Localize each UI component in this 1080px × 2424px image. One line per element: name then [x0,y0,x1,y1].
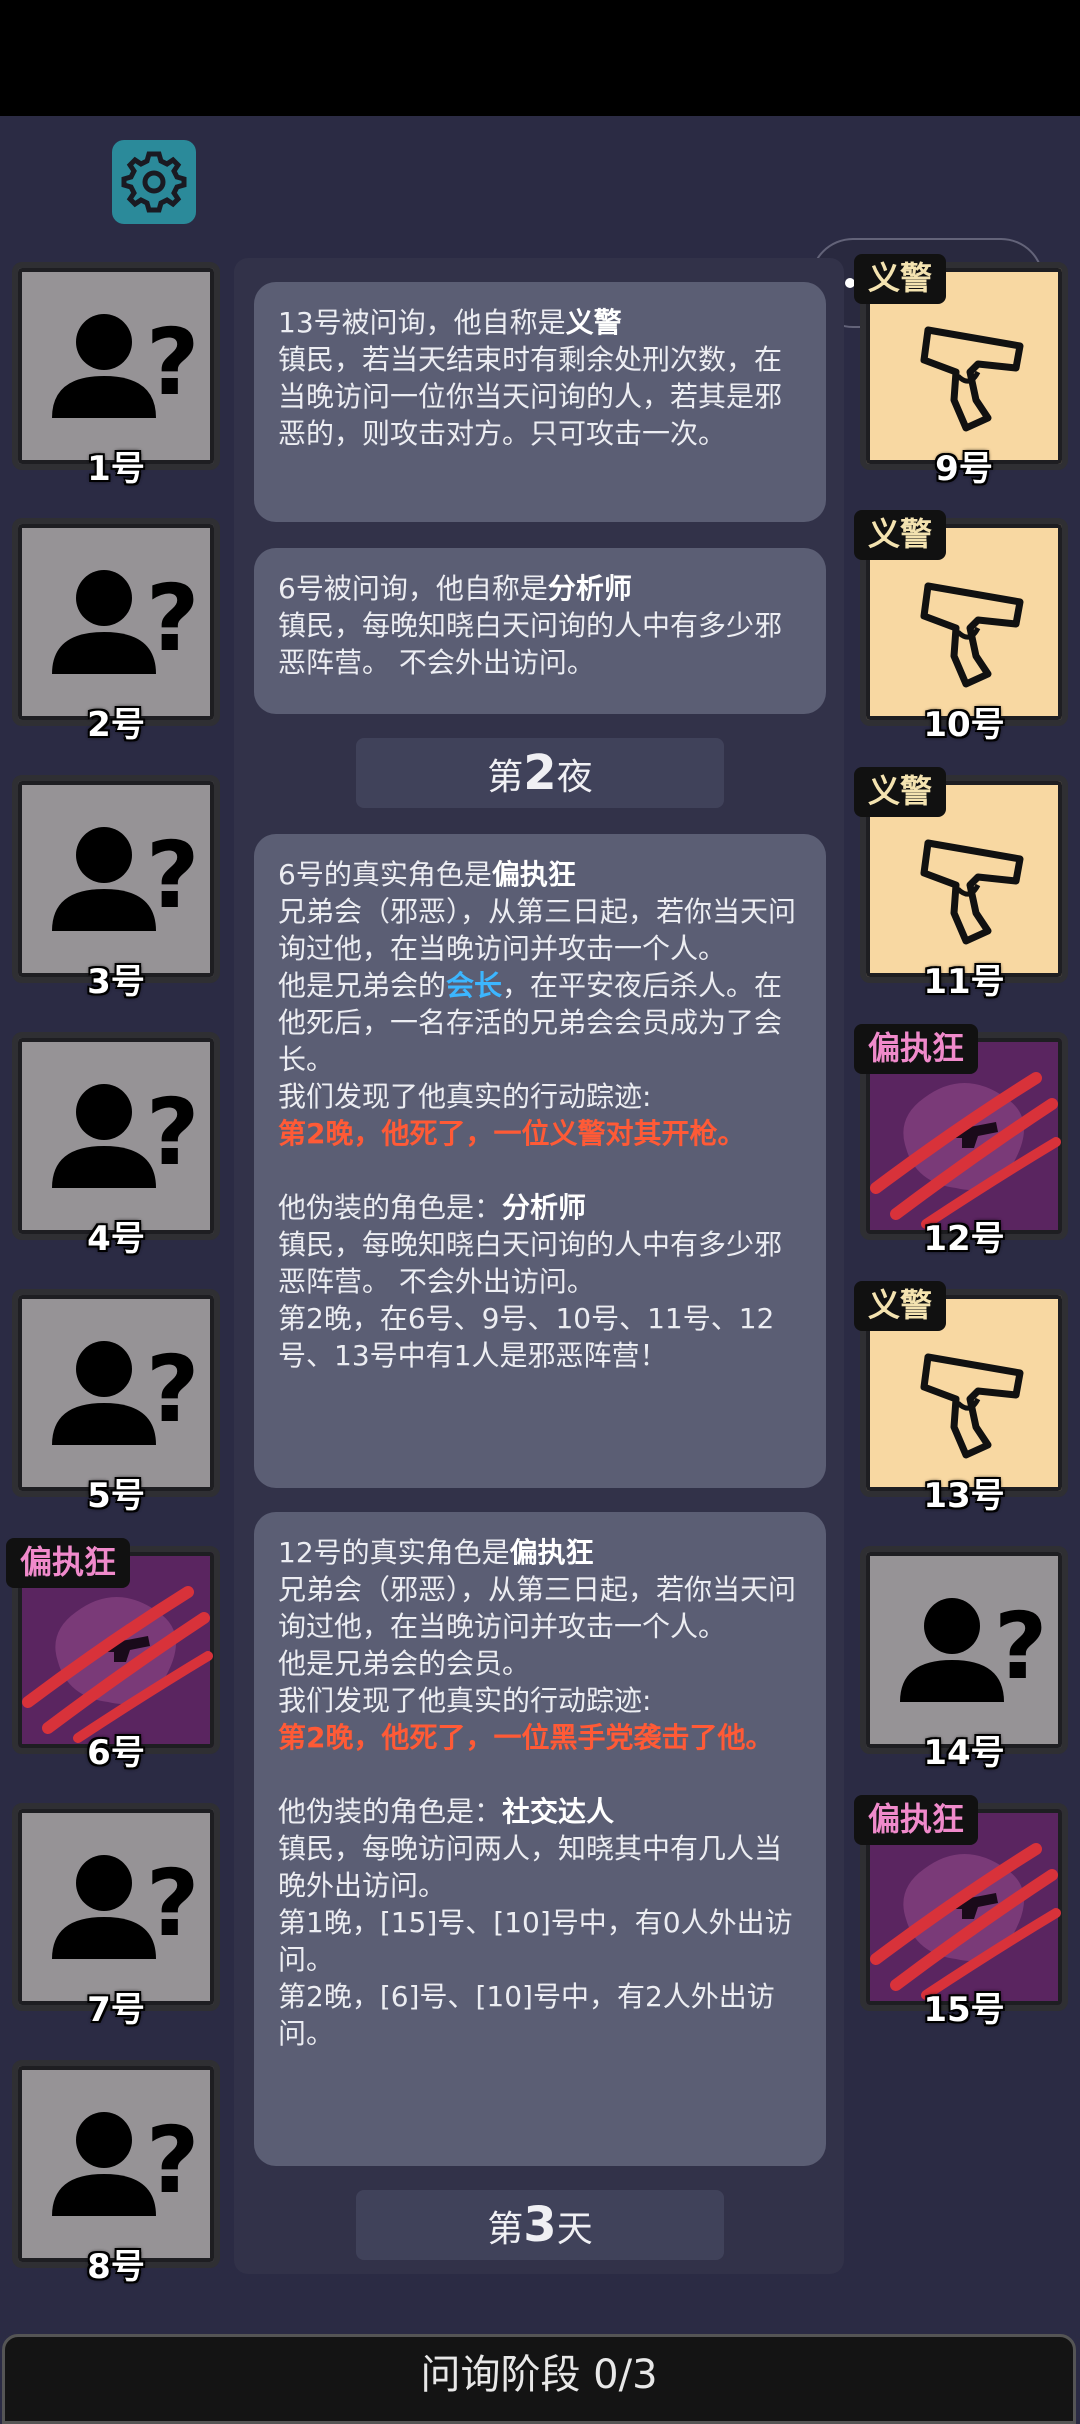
player-number: 2号 [87,705,145,745]
role-description: 镇民，每晚知晓白天问询的人中有多少邪恶阵营。 不会外出访问。 [278,1228,783,1298]
svg-text:?: ? [146,1079,199,1186]
svg-text:?: ? [146,565,199,672]
svg-text:?: ? [146,822,199,929]
role-description: 镇民，每晚访问两人，知晓其中有几人当晚外出访问。 [278,1832,783,1902]
divider-number: 2 [523,745,557,801]
unknown-player-icon: ? [52,1850,199,1959]
player-number: 10号 [923,705,1005,745]
day-divider: 第3天 [356,2190,724,2260]
unknown-player-icon: ? [52,1336,199,1445]
player-number: 8号 [87,2247,145,2287]
role-tag: 义警 [854,254,947,304]
role-description: 兄弟会（邪恶），从第三日起，若你当天问询过他，在当晚访问并攻击一个人。 [278,1573,797,1643]
player-card-8[interactable]: ? 8号 [12,2060,220,2287]
result-text: 第1晚，[15]号、[10]号中，有0人外出访问。 [278,1906,793,1976]
player-card-5[interactable]: ? 5号 [12,1289,220,1516]
log-message-2: 6号被问询，他自称是分析师 镇民，每晚知晓白天问询的人中有多少邪恶阵营。 不会外… [254,548,826,714]
player-number: 3号 [87,962,145,1002]
role-tag: 义警 [854,510,947,560]
player-number: 14号 [923,1733,1005,1773]
player-number: 4号 [87,1219,145,1259]
divider-suffix: 夜 [556,757,593,798]
unknown-player-icon: ? [52,1079,199,1188]
player-number: 13号 [923,1476,1005,1516]
role-name: 社交达人 [502,1795,615,1828]
night-divider: 第2夜 [356,738,724,808]
role-tag: 义警 [854,1281,947,1331]
status-bar [0,0,1080,116]
trace-label: 我们发现了他真实的行动踪迹: [278,1080,652,1113]
player-card-6[interactable]: 偏执狂 6号 [6,1538,220,1773]
unknown-player-icon: ? [52,2107,199,2216]
player-number: 15号 [923,1990,1005,2030]
svg-text:?: ? [146,309,199,416]
role-name: 偏执狂 [491,858,576,891]
player-card-14[interactable]: ? 14号 [860,1546,1068,1773]
role-name: 义警 [565,306,622,339]
player-number: 9号 [935,449,993,489]
svg-text:?: ? [146,2107,199,2214]
unknown-player-icon: ? [52,822,199,931]
player-number: 12号 [923,1219,1005,1259]
divider-suffix: 天 [556,2209,593,2250]
log-text: 13号被问询，他自称是 [278,306,566,339]
svg-text:?: ? [146,1336,199,1443]
divider-prefix: 第 [487,757,524,798]
log-text: 他伪装的角色是： [278,1795,503,1828]
player-card-10[interactable]: 义警 10号 [854,510,1068,745]
result-text: 第2晚，在6号、9号、10号、11号、12号、13号中有1人是邪恶阵营！ [278,1302,775,1372]
svg-text:?: ? [146,1850,199,1957]
log-text: 他伪装的角色是： [278,1191,503,1224]
role-description: 兄弟会（邪恶），从第三日起，若你当天问询过他，在当晚访问并攻击一个人。 [278,895,797,965]
player-card-3[interactable]: ? 3号 [12,775,220,1002]
player-card-4[interactable]: ? 4号 [12,1032,220,1259]
player-number: 1号 [87,449,145,489]
result-text: 第2晚，[6]号、[10]号中，有2人外出访问。 [278,1980,775,2050]
log-text: 他是兄弟会的会员。 [278,1647,531,1680]
unknown-player-icon: ? [52,565,199,674]
role-tag: 偏执狂 [854,1795,979,1845]
gear-icon [121,151,187,213]
phase-text: 问询阶段 0/3 [420,2352,658,2398]
player-card-1[interactable]: ? 1号 [12,262,220,489]
player-number: 5号 [87,1476,145,1516]
player-number: 7号 [87,1990,145,2030]
log-text: 6号的真实角色是 [278,858,492,891]
player-card-7[interactable]: ? 7号 [12,1803,220,2030]
player-card-11[interactable]: 义警 11号 [854,767,1068,1002]
role-tag: 偏执狂 [6,1538,131,1588]
unknown-player-icon: ? [52,309,199,418]
player-card-2[interactable]: ? 2号 [12,518,220,745]
role-tag: 义警 [854,767,947,817]
player-card-13[interactable]: 义警 13号 [854,1281,1068,1516]
player-card-9[interactable]: 义警 9号 [854,254,1068,489]
role-name: 分析师 [547,572,632,605]
player-card-12[interactable]: 偏执狂 12号 [854,1024,1068,1259]
role-tag: 偏执狂 [854,1024,979,1074]
trace-text: 第2晚，他死了，一位义警对其开枪。 [278,1117,746,1150]
log-message-1: 13号被问询，他自称是义警 镇民，若当天结束时有剩余处刑次数，在当晚访问一位你当… [254,282,826,522]
player-card-15[interactable]: 偏执狂 15号 [854,1795,1068,2030]
player-number: 11号 [923,962,1005,1002]
log-message-4: 12号的真实角色是偏执狂 兄弟会（邪恶），从第三日起，若你当天问询过他，在当晚访… [254,1512,826,2166]
log-message-3: 6号的真实角色是偏执狂 兄弟会（邪恶），从第三日起，若你当天问询过他，在当晚访问… [254,834,826,1488]
unknown-player-icon: ? [900,1593,1047,1702]
role-name: 分析师 [502,1191,587,1224]
log-text: 6号被问询，他自称是 [278,572,548,605]
settings-button[interactable] [112,140,196,224]
log-text: 12号的真实角色是 [278,1536,510,1569]
player-number: 6号 [87,1733,145,1773]
svg-text:?: ? [994,1593,1047,1700]
log-text: 他是兄弟会的 [278,969,447,1002]
role-description: 镇民，每晚知晓白天问询的人中有多少邪恶阵营。 不会外出访问。 [278,609,783,679]
divider-prefix: 第 [487,2209,524,2250]
leader-highlight: 会长 [446,969,503,1002]
role-name: 偏执狂 [509,1536,594,1569]
divider-number: 3 [523,2197,557,2253]
trace-text: 第2晚，他死了，一位黑手党袭击了他。 [278,1721,774,1754]
role-description: 镇民，若当天结束时有剩余处刑次数，在当晚访问一位你当天问询的人，若其是邪恶的，则… [278,343,783,450]
trace-label: 我们发现了他真实的行动踪迹: [278,1684,652,1717]
